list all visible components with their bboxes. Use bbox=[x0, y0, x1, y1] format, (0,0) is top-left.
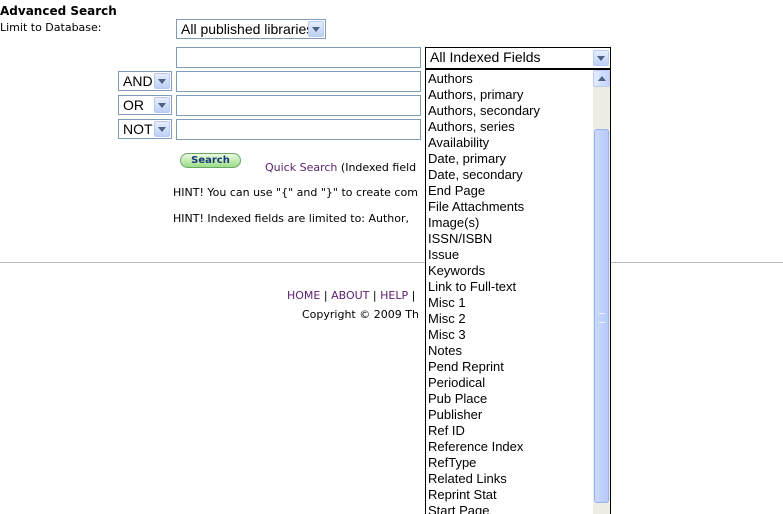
field-select-1-value: All Indexed Fields bbox=[430, 49, 541, 65]
quick-search-note: (Indexed field bbox=[340, 161, 417, 174]
operator-select-4-value: NOT bbox=[123, 121, 153, 137]
dropdown-option[interactable]: Link to Full-text bbox=[426, 279, 592, 295]
footer-separator: | bbox=[411, 289, 416, 302]
field-dropdown-items: Authors Authors, primary Authors, secondar… bbox=[426, 71, 592, 514]
footer-separator: | bbox=[372, 289, 377, 302]
dropdown-option[interactable]: ISSN/ISBN bbox=[426, 231, 592, 247]
search-term-input-2[interactable] bbox=[176, 71, 421, 92]
operator-select-2-value: AND bbox=[123, 73, 153, 89]
dropdown-option[interactable]: End Page bbox=[426, 183, 592, 199]
hint-indexed-fields: HINT! Indexed fields are limited to: Aut… bbox=[173, 212, 410, 225]
search-button[interactable]: Search bbox=[180, 153, 241, 168]
dropdown-option[interactable]: Authors bbox=[426, 71, 592, 87]
dropdown-option[interactable]: Authors, series bbox=[426, 119, 592, 135]
database-select-value: All published libraries bbox=[181, 21, 314, 37]
operator-select-3[interactable]: OR bbox=[118, 95, 172, 115]
page-title: Advanced Search bbox=[0, 4, 117, 18]
database-select[interactable]: All published libraries bbox=[176, 19, 326, 39]
footer-home-link[interactable]: HOME bbox=[287, 289, 320, 302]
quick-search-link[interactable]: Quick Search bbox=[265, 161, 337, 174]
dropdown-option[interactable]: Authors, secondary bbox=[426, 103, 592, 119]
footer-about-link[interactable]: ABOUT bbox=[331, 289, 369, 302]
dropdown-option[interactable]: Publisher bbox=[426, 407, 592, 423]
dropdown-option[interactable]: Start Page bbox=[426, 503, 592, 514]
dropdown-option[interactable]: Periodical bbox=[426, 375, 592, 391]
dropdown-option[interactable]: Misc 2 bbox=[426, 311, 592, 327]
footer-nav: HOME | ABOUT | HELP | bbox=[287, 289, 415, 302]
divider bbox=[0, 262, 783, 263]
dropdown-option[interactable]: Keywords bbox=[426, 263, 592, 279]
scrollbar-thumb[interactable] bbox=[594, 129, 609, 503]
dropdown-option[interactable]: Notes bbox=[426, 343, 592, 359]
dropdown-option[interactable]: Misc 3 bbox=[426, 327, 592, 343]
dropdown-option[interactable]: Reference Index bbox=[426, 439, 592, 455]
dropdown-option[interactable]: Pend Reprint bbox=[426, 359, 592, 375]
chevron-down-icon[interactable] bbox=[154, 121, 170, 137]
limit-database-label: Limit to Database: bbox=[0, 21, 102, 34]
dropdown-option[interactable]: Authors, primary bbox=[426, 87, 592, 103]
search-term-input-1[interactable] bbox=[176, 47, 421, 68]
search-term-input-3[interactable] bbox=[176, 95, 421, 116]
operator-select-3-value: OR bbox=[123, 97, 144, 113]
dropdown-option[interactable]: Related Links bbox=[426, 471, 592, 487]
operator-select-2[interactable]: AND bbox=[118, 71, 172, 91]
dropdown-option[interactable]: Reprint Stat bbox=[426, 487, 592, 503]
dropdown-option[interactable]: Date, primary bbox=[426, 151, 592, 167]
dropdown-scrollbar[interactable] bbox=[593, 70, 610, 514]
dropdown-option[interactable]: RefType bbox=[426, 455, 592, 471]
quick-search-row: Quick Search (Indexed field bbox=[265, 161, 416, 174]
dropdown-option[interactable]: Issue bbox=[426, 247, 592, 263]
chevron-down-icon[interactable] bbox=[154, 97, 170, 113]
grip-icon bbox=[599, 313, 605, 323]
chevron-down-icon[interactable] bbox=[154, 73, 170, 89]
field-dropdown-list[interactable]: Authors Authors, primary Authors, secondar… bbox=[425, 69, 611, 514]
field-select-1[interactable]: All Indexed Fields bbox=[425, 47, 611, 69]
copyright: Copyright © 2009 Th bbox=[302, 308, 419, 321]
hint-braces: HINT! You can use "{" and "}" to create … bbox=[173, 186, 418, 199]
dropdown-option[interactable]: Pub Place bbox=[426, 391, 592, 407]
dropdown-option[interactable]: Date, secondary bbox=[426, 167, 592, 183]
dropdown-option[interactable]: Misc 1 bbox=[426, 295, 592, 311]
search-term-input-4[interactable] bbox=[176, 119, 421, 140]
scroll-up-icon[interactable] bbox=[593, 70, 610, 87]
footer-separator: | bbox=[323, 289, 328, 302]
chevron-down-icon[interactable] bbox=[308, 21, 324, 37]
chevron-down-icon[interactable] bbox=[593, 50, 609, 66]
dropdown-option[interactable]: Image(s) bbox=[426, 215, 592, 231]
dropdown-option[interactable]: Ref ID bbox=[426, 423, 592, 439]
dropdown-option[interactable]: Availability bbox=[426, 135, 592, 151]
operator-select-4[interactable]: NOT bbox=[118, 119, 172, 139]
dropdown-option[interactable]: File Attachments bbox=[426, 199, 592, 215]
footer-help-link[interactable]: HELP bbox=[380, 289, 408, 302]
